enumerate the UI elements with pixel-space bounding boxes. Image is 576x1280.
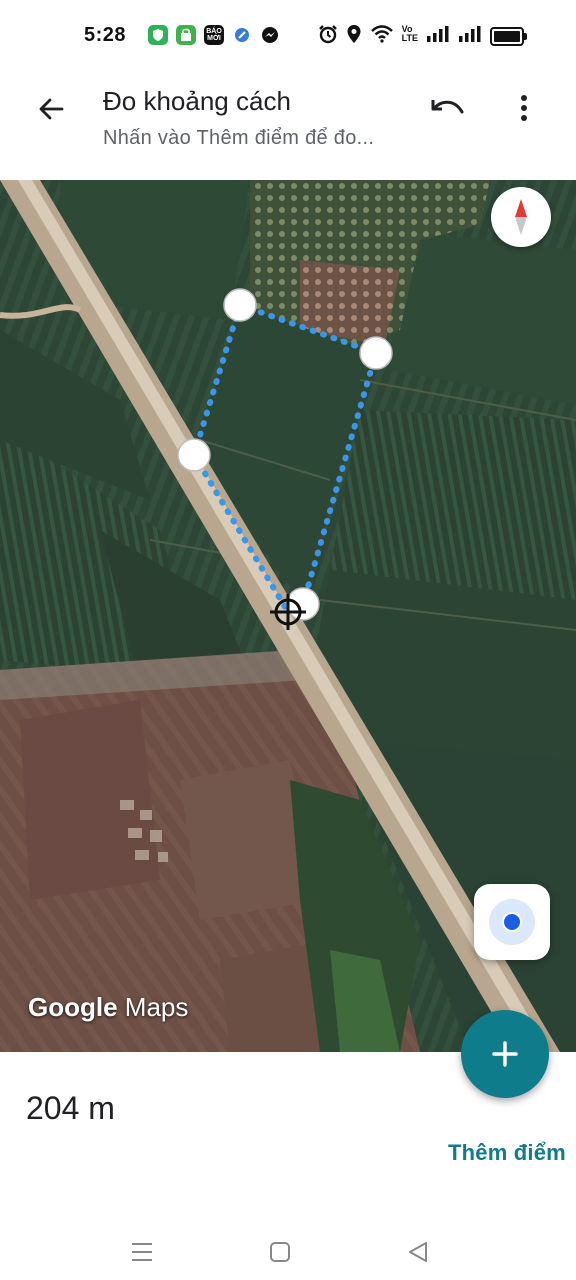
watermark-maps: Maps — [124, 992, 189, 1022]
status-bar: 5:28 BÁO MỚI Vo LTE — [0, 0, 576, 72]
back-button[interactable] — [28, 86, 74, 132]
more-options-button[interactable] — [504, 84, 544, 132]
measure-point[interactable] — [223, 288, 257, 322]
my-location-icon — [489, 899, 535, 945]
page-title: Đo khoảng cách — [103, 86, 291, 116]
messenger-icon — [260, 25, 280, 45]
add-point-fab[interactable] — [461, 1010, 549, 1098]
notification-icons: BÁO MỚI — [148, 25, 280, 45]
status-time: 5:28 — [84, 24, 127, 46]
back-triangle-icon — [409, 1242, 427, 1262]
compass-button[interactable] — [491, 187, 551, 247]
battery-icon — [490, 27, 527, 46]
my-location-button[interactable] — [474, 884, 550, 960]
home-button[interactable] — [260, 1234, 300, 1270]
undo-button[interactable] — [424, 86, 472, 130]
compass-icon — [515, 199, 527, 235]
google-maps-watermark: Google Maps — [28, 992, 188, 1023]
signal-icon — [459, 26, 481, 42]
blue-app-icon — [232, 25, 252, 45]
total-distance: 204 m — [26, 1090, 115, 1126]
wifi-icon — [370, 25, 393, 43]
page-subtitle: Nhấn vào Thêm điểm để đo... — [103, 127, 375, 149]
recents-button[interactable] — [122, 1234, 162, 1270]
signal-icon — [427, 26, 449, 42]
bao-moi-icon: BÁO MỚI — [204, 25, 224, 45]
measure-point[interactable] — [177, 438, 211, 472]
volte-icon: Vo LTE — [401, 24, 418, 43]
system-icons: Vo LTE — [318, 24, 482, 44]
nav-back-button[interactable] — [398, 1234, 438, 1270]
measure-point[interactable] — [286, 587, 320, 621]
menu-icon — [132, 1243, 152, 1261]
undo-icon — [431, 100, 464, 114]
system-nav-bar — [0, 1222, 576, 1280]
location-icon — [347, 25, 361, 43]
watermark-google: Google — [28, 992, 118, 1022]
plus-icon — [492, 1041, 518, 1067]
shield-app-icon — [148, 25, 168, 45]
arrow-back-icon — [39, 98, 64, 120]
measure-point[interactable] — [359, 336, 393, 370]
app-bar: Đo khoảng cách Nhấn vào Thêm điểm để đo.… — [0, 72, 576, 180]
home-square-icon — [270, 1242, 290, 1262]
shopping-app-icon — [176, 25, 196, 45]
add-point-button[interactable]: Thêm điểm — [448, 1140, 566, 1166]
alarm-icon — [318, 25, 337, 44]
map-view[interactable]: Google Maps — [0, 180, 576, 1052]
more-vert-icon — [521, 95, 527, 121]
